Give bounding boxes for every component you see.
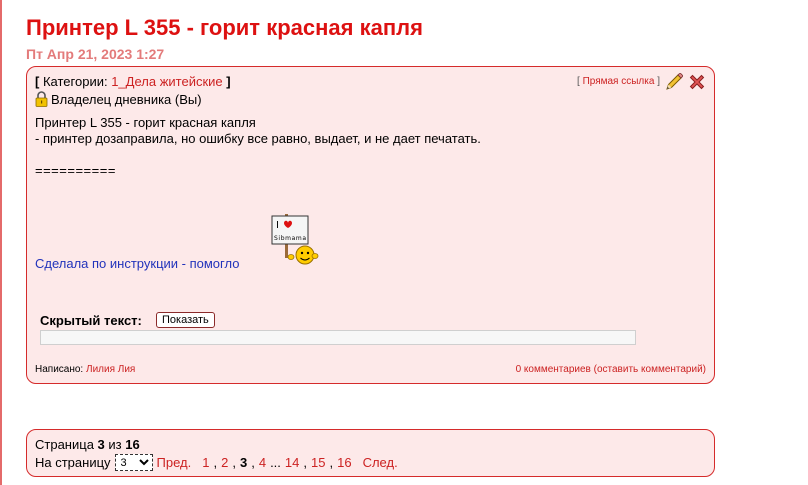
written-label: Написано: <box>35 364 84 375</box>
owner-line: Владелец дневника (Вы) <box>35 91 202 107</box>
pagination-box: Страница 3 из 16 На страницу 3 Пред. 1, … <box>26 429 715 477</box>
post-card: [ Категории: 1_Дела житейские ] Владелец… <box>26 66 715 384</box>
hidden-text-label: Скрытый текст: <box>40 313 142 328</box>
svg-text:Sibmama: Sibmama <box>274 235 306 242</box>
page-link[interactable]: 1 <box>202 455 209 470</box>
owner-label: Владелец дневника (Вы) <box>51 91 202 107</box>
delete-x-icon[interactable] <box>688 73 706 91</box>
page-link[interactable]: 4 <box>259 455 266 470</box>
body-line: Принтер L 355 - горит красная капля <box>35 115 256 130</box>
page-link[interactable]: 16 <box>337 455 351 470</box>
page-link[interactable]: 2 <box>221 455 228 470</box>
smiley-sign-icon: I Sibmama <box>271 214 319 265</box>
page-link[interactable]: 14 <box>285 455 299 470</box>
post-body: Принтер L 355 - горит красная капля - пр… <box>35 115 481 147</box>
page-select[interactable]: 3 <box>114 454 153 471</box>
goto-label: На страницу <box>35 455 111 470</box>
direct-link[interactable]: [ Прямая ссылка ] <box>577 76 660 87</box>
categories-line: [ Категории: 1_Дела житейские ] <box>35 74 231 89</box>
next-link[interactable]: След. <box>363 455 398 470</box>
show-hidden-button[interactable]: Показать <box>156 312 215 328</box>
current-page: 3 <box>239 455 248 470</box>
svg-text:I: I <box>276 220 279 231</box>
left-border <box>0 0 2 485</box>
page-link[interactable]: 15 <box>311 455 325 470</box>
prev-link[interactable]: Пред. <box>157 455 192 470</box>
written-by: Написано: Лилия Лия <box>35 364 135 375</box>
post-date: Пт Апр 21, 2023 1:27 <box>26 46 165 62</box>
lock-icon <box>35 91 48 107</box>
page-title: Принтер L 355 - горит красная капля <box>26 15 423 40</box>
pencil-edit-icon[interactable] <box>664 72 684 92</box>
comments-link[interactable]: 0 комментариев (оставить комментарий) <box>516 364 706 375</box>
author-link[interactable]: Лилия Лия <box>86 364 135 375</box>
page-info: Страница 3 из 16 <box>35 437 140 452</box>
separator-text: ========== <box>35 163 116 178</box>
goto-page: На страницу 3 Пред. 1, 2, 3, 4 ... 14, 1… <box>35 454 398 471</box>
hidden-text-field <box>40 330 636 345</box>
help-link[interactable]: Сделала по инструкции - помогло <box>35 256 239 271</box>
ellipsis: ... <box>270 455 281 470</box>
categories-label: Категории: <box>42 74 108 89</box>
category-link[interactable]: 1_Дела житейские <box>111 74 222 89</box>
body-line: - принтер дозаправила, но ошибку все рав… <box>35 131 481 146</box>
